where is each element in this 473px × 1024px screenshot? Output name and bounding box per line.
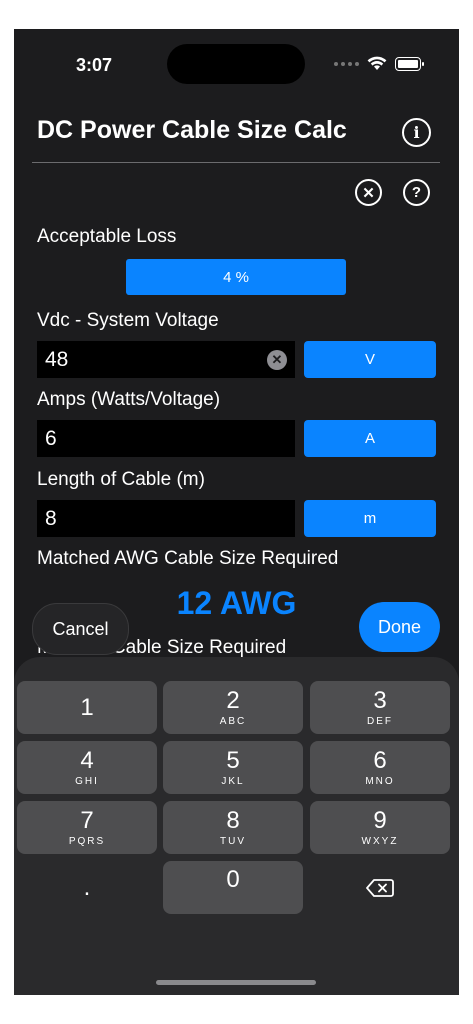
voltage-input-value: 48 xyxy=(45,347,69,371)
status-icons xyxy=(334,56,424,71)
key-5[interactable]: 5 JKL xyxy=(163,741,303,794)
voltage-unit-button[interactable]: V xyxy=(304,341,436,378)
key-3-letters: DEF xyxy=(367,715,393,727)
length-input[interactable]: 8 xyxy=(37,500,295,537)
amps-input[interactable]: 6 xyxy=(37,420,295,457)
key-decimal[interactable]: . xyxy=(17,861,157,914)
clear-input-icon[interactable]: ✕ xyxy=(267,350,287,370)
key-6-letters: MNO xyxy=(365,775,395,787)
key-7-number: 7 xyxy=(80,806,94,834)
voltage-label: Vdc - System Voltage xyxy=(37,310,219,331)
status-time: 3:07 xyxy=(76,55,113,75)
key-7[interactable]: 7 PQRS xyxy=(17,801,157,854)
key-8-number: 8 xyxy=(226,806,240,834)
key-2[interactable]: 2 ABC xyxy=(163,681,303,734)
key-9-letters: WXYZ xyxy=(361,835,399,847)
key-7-letters: PQRS xyxy=(68,835,106,847)
key-delete[interactable] xyxy=(310,861,450,914)
key-9[interactable]: 9 WXYZ xyxy=(310,801,450,854)
numeric-keypad: 1 2 ABC 3 DEF 4 GHI 5 JKL 6 MNO 7 PQRS 8 TUV 9W… xyxy=(14,657,459,995)
acceptable-loss-label: Acceptable Loss xyxy=(37,226,177,247)
key-1[interactable]: 1 xyxy=(17,681,157,734)
key-2-letters: ABC xyxy=(219,715,247,727)
length-input-value: 8 xyxy=(45,506,57,530)
battery-icon xyxy=(395,56,424,71)
key-4-letters: GHI xyxy=(75,775,99,787)
key-4[interactable]: 4 GHI xyxy=(17,741,157,794)
wifi-icon xyxy=(367,56,387,70)
page-title: DC Power Cable Size Calc xyxy=(37,116,347,144)
voltage-input[interactable]: 48 ✕ xyxy=(37,341,295,378)
key-6[interactable]: 6 MNO xyxy=(310,741,450,794)
key-5-number: 5 xyxy=(226,746,240,774)
amps-input-value: 6 xyxy=(45,426,57,450)
amps-unit-button[interactable]: A xyxy=(304,420,436,457)
key-9-number: 9 xyxy=(373,806,387,834)
key-8[interactable]: 8 TUV xyxy=(163,801,303,854)
key-4-number: 4 xyxy=(80,746,94,774)
key-2-number: 2 xyxy=(226,686,240,714)
key-3-number: 3 xyxy=(373,686,387,714)
key-8-letters: TUV xyxy=(220,835,246,847)
dynamic-island xyxy=(167,44,305,84)
key-0[interactable]: 0 xyxy=(163,861,303,914)
info-circle-icon[interactable]: i xyxy=(402,118,431,147)
length-label: Length of Cable (m) xyxy=(37,469,205,490)
clear-circle-icon[interactable]: ✕ xyxy=(355,179,382,206)
backspace-icon xyxy=(366,878,394,897)
acceptable-loss-button[interactable]: 4 % xyxy=(126,259,346,295)
key-3[interactable]: 3 DEF xyxy=(310,681,450,734)
key-1-number: 1 xyxy=(80,693,94,721)
phone-screen: 3:07 DC Power Cable Size Calc i ✕ ? Acce… xyxy=(14,29,459,995)
key-5-letters: JKL xyxy=(221,775,245,787)
home-indicator[interactable] xyxy=(156,980,316,985)
awg-label: Matched AWG Cable Size Required xyxy=(37,548,339,569)
key-6-number: 6 xyxy=(373,746,387,774)
header-divider xyxy=(32,162,440,163)
done-button[interactable]: Done xyxy=(359,602,440,652)
cellular-signal-icon xyxy=(334,61,359,66)
length-unit-button[interactable]: m xyxy=(304,500,436,537)
cancel-button[interactable]: Cancel xyxy=(32,603,129,655)
help-circle-icon[interactable]: ? xyxy=(403,179,430,206)
amps-label: Amps (Watts/Voltage) xyxy=(37,389,221,410)
key-0-number: 0 xyxy=(226,865,240,893)
